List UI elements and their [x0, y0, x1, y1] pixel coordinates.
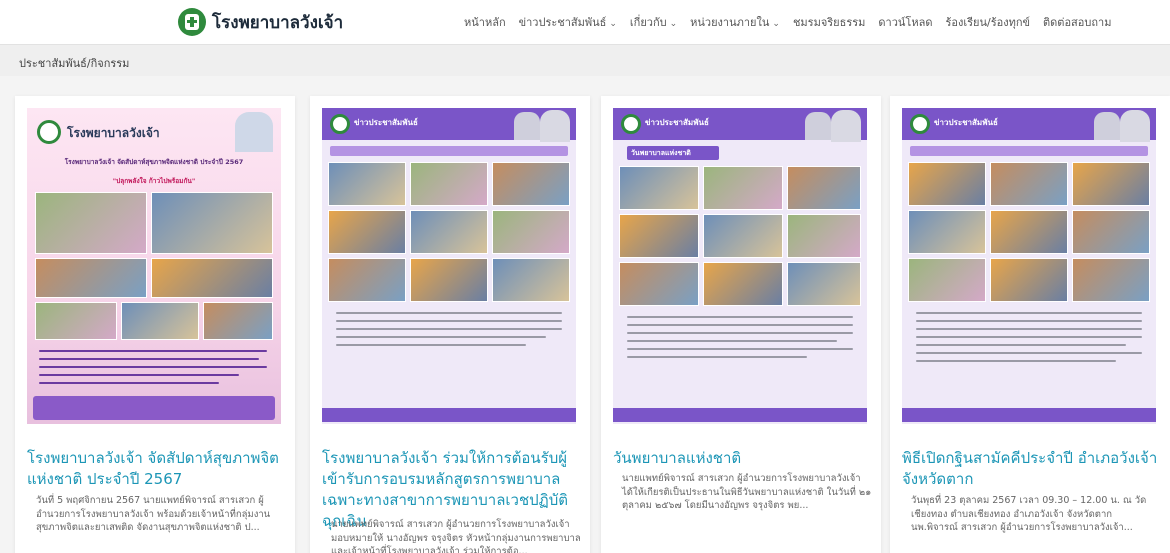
- doctor-portrait: [235, 112, 273, 152]
- hospital-logo-icon: [37, 120, 61, 144]
- post-card[interactable]: ข่าวประชาสัมพันธ์ พิธีเปิดกฐินสามัคคีประ…: [890, 96, 1170, 553]
- post-title[interactable]: วันพยาบาลแห่งชาติ: [613, 448, 875, 469]
- post-card[interactable]: ข่าวประชาสัมพันธ์ โรงพยาบาลวังเจ้า ร่วมใ…: [310, 96, 590, 553]
- hospital-logo-icon: [621, 114, 641, 134]
- post-excerpt: วันพุธที่ 23 ตุลาคม 2567 เวลา 09.30 – 12…: [911, 495, 1147, 533]
- chevron-down-icon: ⌄: [609, 19, 617, 29]
- nav-about[interactable]: เกี่ยวกับ ⌄: [630, 13, 677, 31]
- post-excerpt: วันที่ 5 พฤศจิกายน 2567 นายแพทย์พิจารณ์ …: [36, 495, 271, 533]
- poster-band: วันพยาบาลแห่งชาติ: [627, 146, 719, 160]
- site-name: โรงพยาบาลวังเจ้า: [212, 12, 344, 33]
- post-thumbnail[interactable]: ข่าวประชาสัมพันธ์: [902, 108, 1156, 424]
- poster-headline: โรงพยาบาลวังเจ้า จัดสัปดาห์สุขภาพจิตแห่ง…: [64, 158, 244, 166]
- poster-site-name: โรงพยาบาลวังเจ้า: [67, 126, 160, 140]
- post-card[interactable]: ข่าวประชาสัมพันธ์ วันพยาบาลแห่งชาติ วันพ…: [601, 96, 881, 553]
- site-header: โรงพยาบาลวังเจ้า หน้าหลัก ข่าวประชาสัมพั…: [0, 0, 1170, 44]
- post-excerpt: นายแพทย์พิจารณ์ สารเสวก ผู้อำนวยการโรงพย…: [331, 519, 581, 553]
- main-nav: หน้าหลัก ข่าวประชาสัมพันธ์ ⌄ เกี่ยวกับ ⌄ ห…: [464, 13, 1111, 31]
- post-grid: โรงพยาบาลวังเจ้า โรงพยาบาลวังเจ้า จัดสัป…: [0, 76, 1170, 553]
- hospital-logo-icon: [178, 8, 206, 36]
- post-excerpt: นายแพทย์พิจารณ์ สารเสวก ผู้อำนวยการโรงพย…: [622, 473, 872, 511]
- hospital-logo-icon: [330, 114, 350, 134]
- poster-header: ข่าวประชาสัมพันธ์: [354, 118, 418, 127]
- nav-ethics-club[interactable]: ชมรมจริยธรรม: [793, 13, 865, 31]
- post-title[interactable]: โรงพยาบาลวังเจ้า จัดสัปดาห์สุขภาพจิต แห่…: [27, 448, 289, 490]
- nav-complaints[interactable]: ร้องเรียน/ร้องทุกข์: [945, 13, 1030, 31]
- nav-download[interactable]: ดาวน์โหลด: [878, 13, 932, 31]
- nav-news[interactable]: ข่าวประชาสัมพันธ์ ⌄: [519, 13, 617, 31]
- chevron-down-icon: ⌄: [772, 19, 780, 29]
- hospital-logo-icon: [910, 114, 930, 134]
- poster-header: ข่าวประชาสัมพันธ์: [934, 118, 998, 127]
- breadcrumb-bar: ประชาสัมพันธ์/กิจกรรม: [0, 44, 1170, 76]
- post-thumbnail[interactable]: โรงพยาบาลวังเจ้า โรงพยาบาลวังเจ้า จัดสัป…: [27, 108, 281, 424]
- nav-home[interactable]: หน้าหลัก: [464, 13, 506, 31]
- nav-departments[interactable]: หน่วยงานภายใน ⌄: [690, 13, 780, 31]
- poster-slogan: "ปลุกพลังใจ ก้าวไปพร้อมกัน": [112, 177, 196, 185]
- nav-contact[interactable]: ติดต่อสอบถาม: [1043, 13, 1111, 31]
- chevron-down-icon: ⌄: [669, 19, 678, 29]
- post-thumbnail[interactable]: ข่าวประชาสัมพันธ์: [322, 108, 576, 424]
- post-card[interactable]: โรงพยาบาลวังเจ้า โรงพยาบาลวังเจ้า จัดสัป…: [15, 96, 295, 553]
- post-thumbnail[interactable]: ข่าวประชาสัมพันธ์ วันพยาบาลแห่งชาติ: [613, 108, 867, 424]
- site-logo[interactable]: โรงพยาบาลวังเจ้า: [178, 8, 343, 36]
- post-title[interactable]: พิธีเปิดกฐินสามัคคีประจำปี อำเภอวังเจ้า …: [902, 448, 1164, 490]
- poster-header: ข่าวประชาสัมพันธ์: [645, 118, 709, 127]
- breadcrumb: ประชาสัมพันธ์/กิจกรรม: [19, 57, 130, 70]
